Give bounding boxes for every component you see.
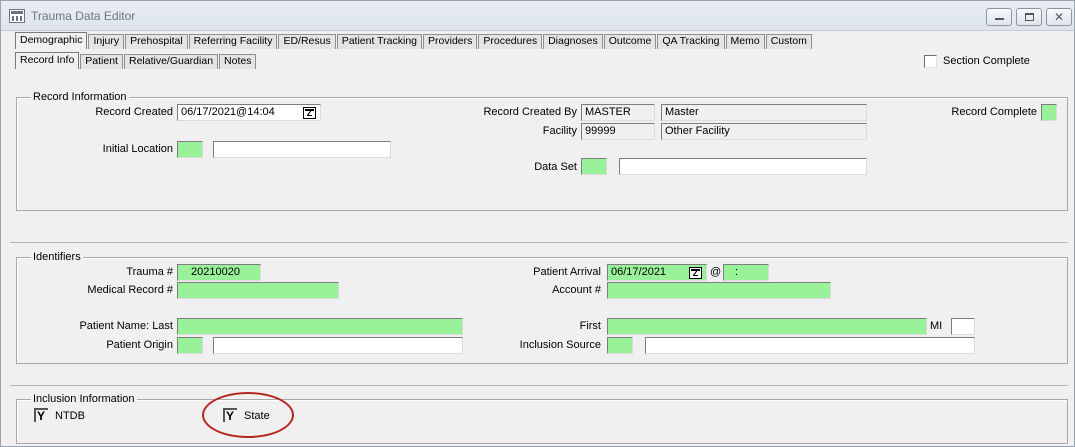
tab-memo[interactable]: Memo bbox=[725, 34, 765, 49]
data-set-label: Data Set bbox=[534, 161, 577, 173]
patient-name-last-label: Patient Name: Last bbox=[79, 320, 173, 332]
tab-diagnoses[interactable]: Diagnoses bbox=[543, 34, 603, 49]
record-created-by-name-field: Master bbox=[661, 104, 867, 121]
record-information-title: Record Information bbox=[31, 91, 129, 103]
record-created-calendar-icon[interactable]: Z bbox=[303, 107, 316, 119]
trauma-number-label: Trauma # bbox=[126, 266, 173, 278]
tab-record-info[interactable]: Record Info bbox=[15, 52, 80, 69]
medical-record-label: Medical Record # bbox=[87, 284, 173, 296]
tab-demographic[interactable]: Demographic bbox=[15, 32, 88, 49]
sub-tab-row: Record Info Patient Relative/Guardian No… bbox=[15, 52, 257, 69]
inclusion-information-title: Inclusion Information bbox=[31, 393, 137, 405]
maximize-button[interactable] bbox=[1016, 8, 1042, 26]
record-created-by-code-field: MASTER bbox=[581, 104, 655, 121]
patient-origin-code-field[interactable] bbox=[177, 337, 203, 354]
facility-label: Facility bbox=[542, 125, 577, 137]
patient-arrival-time-field[interactable]: : bbox=[723, 264, 769, 281]
inclusion-information-group bbox=[16, 399, 1068, 444]
record-complete-label: Record Complete bbox=[951, 106, 1037, 118]
record-created-label: Record Created bbox=[95, 106, 173, 118]
record-created-by-code: MASTER bbox=[585, 106, 631, 118]
tab-ed-resus[interactable]: ED/Resus bbox=[278, 34, 336, 49]
facility-name: Other Facility bbox=[665, 125, 730, 137]
minimize-icon bbox=[995, 18, 1004, 20]
facility-code: 99999 bbox=[585, 125, 616, 137]
record-created-by-label: Record Created By bbox=[483, 106, 577, 118]
initial-location-desc-field[interactable] bbox=[213, 141, 391, 158]
trauma-data-editor-window: Trauma Data Editor ✕ Demographic Injury … bbox=[0, 0, 1075, 447]
first-name-field[interactable] bbox=[607, 318, 927, 335]
inclusion-source-desc-field[interactable] bbox=[645, 337, 975, 354]
middle-initial-field[interactable] bbox=[951, 318, 975, 335]
annotation-circle bbox=[202, 392, 294, 438]
patient-name-last-field[interactable] bbox=[177, 318, 463, 335]
patient-arrival-time: : bbox=[735, 266, 739, 278]
tab-providers[interactable]: Providers bbox=[423, 34, 478, 49]
account-number-label: Account # bbox=[552, 284, 601, 296]
minimize-button[interactable] bbox=[986, 8, 1012, 26]
data-set-code-field[interactable] bbox=[581, 158, 607, 175]
account-number-field[interactable] bbox=[607, 282, 831, 299]
title-bar: Trauma Data Editor ✕ bbox=[1, 1, 1074, 31]
mi-label: MI bbox=[930, 320, 943, 332]
section-complete-label: Section Complete bbox=[943, 55, 1030, 67]
tab-referring-facility[interactable]: Referring Facility bbox=[188, 34, 278, 49]
main-tab-row: Demographic Injury Prehospital Referring… bbox=[15, 32, 813, 49]
patient-origin-label: Patient Origin bbox=[106, 339, 173, 351]
inclusion-source-label: Inclusion Source bbox=[519, 339, 601, 351]
record-created-field[interactable]: 06/17/2021@14:04 bbox=[177, 104, 321, 121]
section-complete-checkbox[interactable] bbox=[924, 55, 937, 68]
facility-code-field: 99999 bbox=[581, 123, 655, 140]
divider bbox=[10, 242, 1068, 243]
maximize-icon bbox=[1025, 13, 1034, 21]
trauma-number-value: 20210020 bbox=[191, 266, 240, 278]
identifiers-title: Identifiers bbox=[31, 251, 83, 263]
tab-patient[interactable]: Patient bbox=[80, 54, 123, 69]
data-set-desc-field[interactable] bbox=[619, 158, 867, 175]
patient-arrival-calendar-icon[interactable]: Z bbox=[689, 267, 702, 279]
close-icon: ✕ bbox=[1054, 10, 1065, 24]
tab-procedures[interactable]: Procedures bbox=[478, 34, 543, 49]
patient-arrival-date: 06/17/2021 bbox=[611, 266, 667, 278]
initial-location-code-field[interactable] bbox=[177, 141, 203, 158]
facility-name-field: Other Facility bbox=[661, 123, 867, 140]
inclusion-source-code-field[interactable] bbox=[607, 337, 633, 354]
app-icon bbox=[9, 9, 25, 23]
tab-patient-tracking[interactable]: Patient Tracking bbox=[336, 34, 423, 49]
record-created-by-name: Master bbox=[665, 106, 699, 118]
close-button[interactable]: ✕ bbox=[1046, 8, 1072, 26]
tab-outcome[interactable]: Outcome bbox=[603, 34, 657, 49]
initial-location-label: Initial Location bbox=[102, 143, 173, 155]
first-name-label: First bbox=[579, 320, 601, 332]
patient-arrival-label: Patient Arrival bbox=[533, 266, 601, 278]
medical-record-field[interactable] bbox=[177, 282, 339, 299]
tab-notes[interactable]: Notes bbox=[219, 54, 257, 69]
divider-lower bbox=[10, 385, 1068, 386]
tab-injury[interactable]: Injury bbox=[88, 34, 125, 49]
ntdb-label: NTDB bbox=[55, 410, 85, 422]
tab-qa-tracking[interactable]: QA Tracking bbox=[657, 34, 725, 49]
trauma-number-field[interactable]: 20210020 bbox=[177, 264, 261, 281]
patient-origin-desc-field[interactable] bbox=[213, 337, 463, 354]
tab-custom[interactable]: Custom bbox=[765, 34, 812, 49]
tab-prehospital[interactable]: Prehospital bbox=[125, 34, 188, 49]
tab-relative-guardian[interactable]: Relative/Guardian bbox=[123, 54, 219, 69]
patient-arrival-at-symbol: @ bbox=[710, 266, 722, 278]
record-complete-field[interactable] bbox=[1041, 104, 1057, 121]
window-title: Trauma Data Editor bbox=[31, 9, 136, 23]
ntdb-checkbox[interactable]: Y bbox=[34, 408, 48, 422]
record-created-value: 06/17/2021@14:04 bbox=[181, 106, 275, 118]
